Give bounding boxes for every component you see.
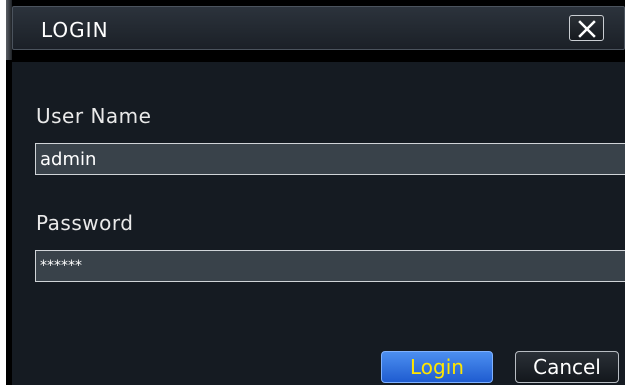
close-icon [578,20,596,38]
username-input[interactable] [35,143,625,175]
password-input[interactable] [35,250,625,282]
close-button[interactable] [569,15,604,41]
cancel-button[interactable]: Cancel [515,351,619,383]
login-button[interactable]: Login [381,351,493,383]
username-label: User Name [36,104,152,128]
dialog-title: LOGIN [41,18,109,42]
title-bar: LOGIN [12,6,625,50]
login-form: User Name Password [12,62,625,385]
password-label: Password [36,211,134,235]
login-dialog: LOGIN User Name Password Login Cancel [6,0,625,385]
